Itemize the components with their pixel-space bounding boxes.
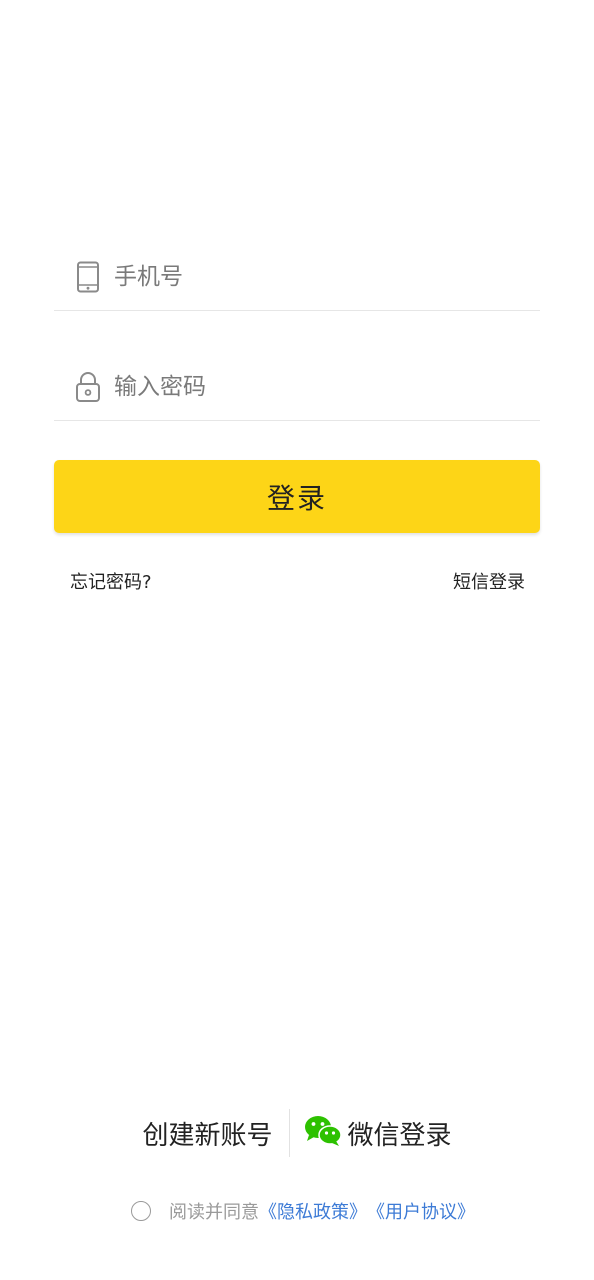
- sms-login-link[interactable]: 短信登录: [453, 568, 525, 594]
- password-field: [54, 354, 540, 421]
- bottom-actions: 创建新账号 微信登录: [0, 1108, 594, 1158]
- wechat-login-label: 微信登录: [347, 1120, 452, 1151]
- password-input[interactable]: [114, 367, 514, 407]
- login-button[interactable]: 登录: [54, 460, 540, 533]
- forgot-password-link[interactable]: 忘记密码?: [70, 568, 152, 594]
- privacy-policy-link[interactable]: 《隐私政策》: [259, 1198, 367, 1224]
- agreement-prefix: 阅读并同意: [169, 1202, 259, 1223]
- agreement-radio[interactable]: [131, 1201, 151, 1221]
- phone-input[interactable]: [114, 257, 514, 297]
- wechat-login-button[interactable]: 微信登录: [290, 1115, 452, 1152]
- phone-icon: [74, 260, 102, 294]
- wechat-icon: [304, 1115, 342, 1151]
- login-screen: 登录 忘记密码? 短信登录 创建新账号 微信登录: [0, 0, 594, 1280]
- agreement-row: 阅读并同意 《隐私政策》 《用户协议》: [131, 1198, 475, 1224]
- create-account-button[interactable]: 创建新账号: [142, 1115, 288, 1152]
- lock-icon: [74, 370, 102, 404]
- auth-links: 忘记密码? 短信登录: [70, 568, 525, 594]
- user-agreement-link[interactable]: 《用户协议》: [367, 1198, 475, 1224]
- phone-field: [54, 244, 540, 311]
